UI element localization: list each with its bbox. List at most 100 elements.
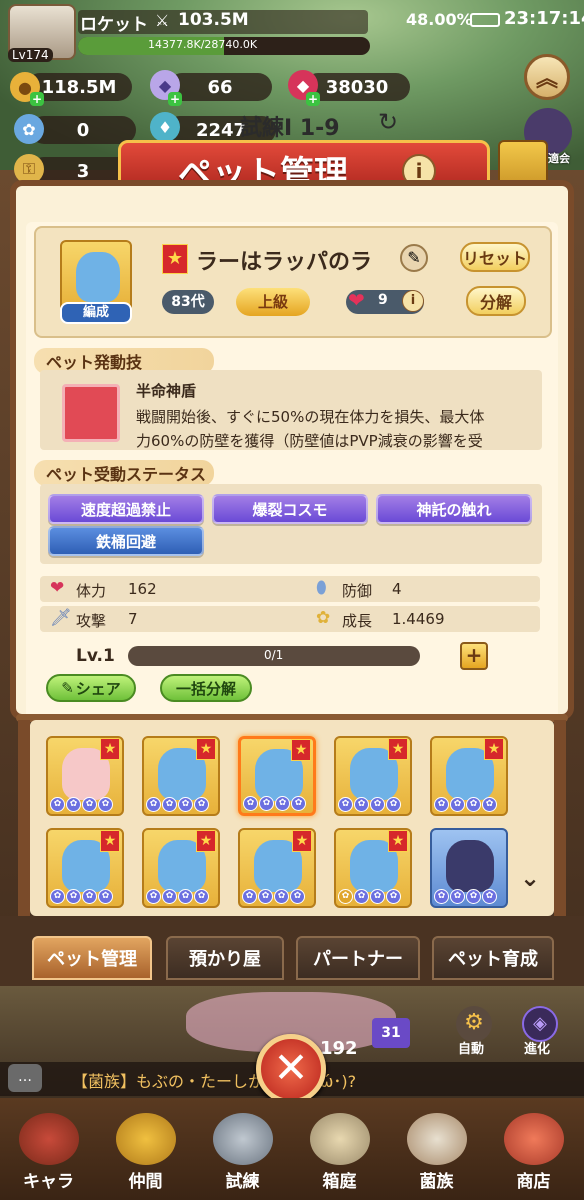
paw-icon: ✿ [466, 889, 481, 904]
heart-info-button[interactable]: i [402, 290, 424, 312]
heart-count: 9 [378, 292, 388, 308]
pet-level: Lv.1 [76, 646, 115, 666]
close-button[interactable]: ✕ [256, 1034, 326, 1104]
passive-tag[interactable]: 速度超過禁止 [48, 494, 204, 524]
pet-slot[interactable]: ★ ✿ ✿ ✿ ✿ [46, 828, 124, 908]
pet-slot[interactable]: ★ ✿ ✿ ✿ ✿ [238, 736, 316, 816]
pet-slot[interactable]: ✿ ✿ ✿ ✿ [430, 828, 508, 908]
add-gem-button[interactable]: + [306, 92, 320, 106]
paw-icon: ✿ [290, 889, 305, 904]
pet-figure [446, 840, 494, 892]
crossed-swords-icon [212, 1113, 273, 1165]
nav-companion[interactable]: 仲間 [97, 1098, 194, 1200]
paw-icon: ✿ [291, 796, 306, 811]
tab-storage[interactable]: 預かり屋 [166, 936, 284, 980]
paw-icon: ✿ [243, 796, 258, 811]
atk-value: 7 [128, 610, 138, 628]
nav-label: 菌族 [419, 1172, 454, 1192]
paw-icon: ✿ [482, 797, 497, 812]
star-flag-icon: ★ [100, 830, 120, 852]
close-icon: ✕ [273, 1043, 309, 1092]
bottom-nav-items: キャラ 仲間 試練 箱庭 菌族 商店 [0, 1098, 584, 1200]
pet-slot[interactable]: ★ ✿ ✿ ✿ ✿ [334, 736, 412, 816]
add-crystal-button[interactable]: + [168, 92, 182, 106]
passive-tag[interactable]: 鉄桶回避 [48, 526, 204, 556]
paw-icon: ✿ [162, 889, 177, 904]
heart-icon: ❤ [348, 288, 365, 312]
paw-icon: ✿ [354, 889, 369, 904]
chevron-down-icon[interactable]: ⌄ [520, 864, 540, 892]
player-level: Lv174 [8, 48, 53, 62]
chevron-up-icon: ︽ [535, 67, 558, 92]
gear-icon[interactable]: ⚙ [456, 1006, 492, 1042]
chat-bubble-icon[interactable]: … [8, 1064, 42, 1092]
nav-clan[interactable]: 菌族 [388, 1098, 485, 1200]
def-label: 防御 [342, 582, 373, 600]
mushroom-icon [18, 1113, 79, 1165]
paw-icon: ✿ [338, 889, 353, 904]
orb-pill[interactable]: 0 [30, 116, 136, 144]
dismantle-button[interactable]: 分解 [466, 286, 526, 316]
paw-icon: ✿ [82, 889, 97, 904]
paw-icon: ✿ [50, 889, 65, 904]
potion-icon: ♦ [150, 112, 180, 142]
def-value: 4 [392, 580, 402, 598]
paw-icon: ✿ [98, 797, 113, 812]
paw-icon: ✿ [466, 797, 481, 812]
paw-icon: ✿ [194, 797, 209, 812]
paw-rating: ✿ ✿ ✿ ✿ [146, 797, 209, 812]
paw-rating: ✿ ✿ ✿ ✿ [50, 889, 113, 904]
nav-character[interactable]: キャラ [0, 1098, 97, 1200]
pet-slot[interactable]: ★ ✿ ✿ ✿ ✿ [142, 828, 220, 908]
battery-percent: 48.00% [406, 10, 473, 29]
star-flag-icon: ★ [292, 830, 312, 852]
passive-tag[interactable]: 爆裂コスモ [212, 494, 368, 524]
rename-quill-icon[interactable]: ✎ [400, 244, 428, 272]
paw-icon: ✿ [386, 797, 401, 812]
collapse-menu-button[interactable]: ︽ [524, 54, 570, 100]
paw-rating: ✿ ✿ ✿ ✿ [242, 889, 305, 904]
tab-pet-training[interactable]: ペット育成 [432, 936, 554, 980]
paw-icon: ✿ [386, 889, 401, 904]
paw-icon: ✿ [146, 889, 161, 904]
hp-label: 体力 [76, 582, 107, 600]
add-gold-button[interactable]: + [30, 92, 44, 106]
reset-button[interactable]: リセット [460, 242, 530, 272]
tab-pet-manage[interactable]: ペット管理 [32, 936, 152, 980]
pet-slot[interactable]: ★ ✿ ✿ ✿ ✿ [430, 736, 508, 816]
tab-partner[interactable]: パートナー [296, 936, 420, 980]
share-button[interactable]: ✎ シェア [46, 674, 136, 702]
paw-icon: ✿ [259, 796, 274, 811]
paw-icon: ✿ [178, 797, 193, 812]
paw-icon: ✿ [178, 889, 193, 904]
rank-badge: 上級 [236, 288, 310, 316]
passive-tag[interactable]: 神託の触れ [376, 494, 532, 524]
team-button[interactable]: 編成 [60, 302, 132, 324]
crystal-pill[interactable]: 66 [168, 73, 272, 101]
paw-rating: ✿ ✿ ✿ ✿ [50, 797, 113, 812]
skull-mushroom-icon [406, 1113, 467, 1165]
avatar[interactable]: Lv174 [8, 4, 76, 62]
nav-label: 商店 [516, 1172, 551, 1192]
paw-icon: ✿ [338, 797, 353, 812]
pet-slot[interactable]: ★ ✿ ✿ ✿ ✿ [142, 736, 220, 816]
pet-slot[interactable]: ★ ✿ ✿ ✿ ✿ [334, 828, 412, 908]
star-flag-icon: ★ [291, 739, 311, 761]
evolve-icon[interactable]: ◈ [522, 1006, 558, 1042]
sword-icon: ⚔ [155, 11, 170, 30]
bulk-dismantle-button[interactable]: 一括分解 [160, 674, 252, 702]
paw-rating: ✿ ✿ ✿ ✿ [434, 797, 497, 812]
refresh-icon[interactable]: ↻ [378, 108, 398, 136]
nav-shop[interactable]: 商店 [485, 1098, 582, 1200]
paw-icon: ✿ [370, 889, 385, 904]
star-flag-icon: ★ [388, 738, 408, 760]
paw-icon [115, 1113, 176, 1165]
skill-shield-icon[interactable] [62, 384, 120, 442]
pet-slot[interactable]: ★ ✿ ✿ ✿ ✿ [238, 828, 316, 908]
nav-trial[interactable]: 試練 [194, 1098, 291, 1200]
paw-rating: ✿ ✿ ✿ ✿ [146, 889, 209, 904]
pet-slot[interactable]: ★ ✿ ✿ ✿ ✿ [46, 736, 124, 816]
level-up-button[interactable]: + [460, 642, 488, 670]
nav-garden[interactable]: 箱庭 [291, 1098, 388, 1200]
paw-rating: ✿ ✿ ✿ ✿ [434, 889, 497, 904]
